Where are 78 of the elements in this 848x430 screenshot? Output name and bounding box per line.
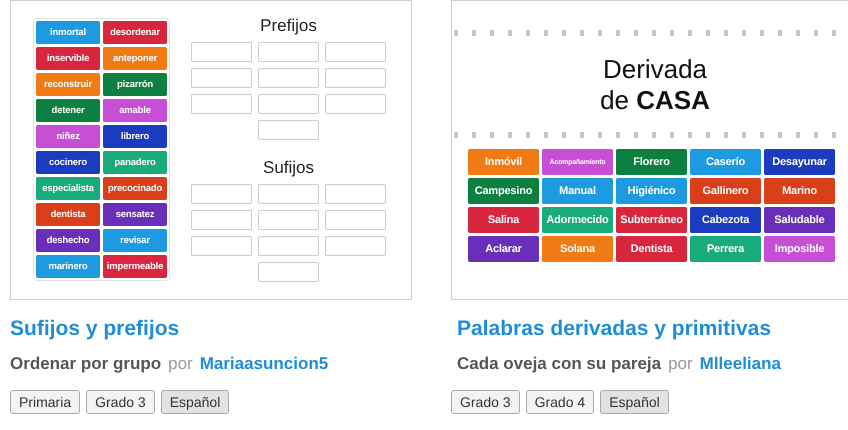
drop-slot[interactable]	[258, 210, 319, 230]
drop-slot[interactable]	[325, 236, 386, 256]
word-tile[interactable]: inservible	[36, 47, 100, 70]
word-tile[interactable]: panadero	[103, 151, 167, 174]
activity-title[interactable]: Sufijos y prefijos	[10, 317, 180, 341]
drop-slot[interactable]	[325, 94, 386, 114]
title-line: de CASA	[600, 85, 710, 116]
word-tile[interactable]: precocinado	[103, 177, 167, 200]
drop-slot[interactable]	[258, 68, 319, 88]
drop-slot[interactable]	[258, 184, 319, 204]
word-tile[interactable]: Desayunar	[764, 149, 835, 175]
word-tile[interactable]: impermeable	[103, 255, 167, 278]
activity-type: Cada oveja con su pareja	[457, 354, 662, 374]
activity-thumbnail[interactable]	[10, 0, 412, 300]
tag[interactable]: Español	[160, 390, 230, 414]
word-tile[interactable]: reconstruir	[36, 73, 100, 96]
drop-slot[interactable]	[191, 68, 252, 88]
drop-slot[interactable]	[325, 68, 386, 88]
word-tile[interactable]: desordenar	[103, 21, 167, 44]
word-tile[interactable]: sensatez	[103, 203, 167, 226]
drop-slot[interactable]	[191, 210, 252, 230]
tag[interactable]: Grado 4	[526, 390, 594, 414]
word-tile[interactable]: Saludable	[764, 207, 835, 233]
word-tile[interactable]: revisar	[103, 229, 167, 252]
word-tile[interactable]: amable	[103, 99, 167, 122]
word-tile[interactable]: dentista	[36, 203, 100, 226]
activity-title[interactable]: Palabras derivadas y primitivas	[457, 317, 772, 341]
drop-slot[interactable]	[258, 236, 319, 256]
author-link[interactable]: Mariaasuncion5	[200, 354, 328, 374]
word-tile[interactable]: inmortal	[36, 21, 100, 44]
tag[interactable]: Grado 3	[451, 390, 520, 414]
word-tile[interactable]: Marino	[764, 178, 835, 204]
drop-slot[interactable]	[191, 184, 252, 204]
tag[interactable]: Español	[600, 390, 669, 414]
drop-slot[interactable]	[325, 42, 386, 62]
word-tile[interactable]: Cabezota	[690, 207, 761, 233]
word-tile[interactable]: anteponer	[103, 47, 167, 70]
word-tile[interactable]: Florero	[616, 149, 687, 175]
word-tile[interactable]: Perrera	[690, 236, 761, 262]
word-tile[interactable]: Inmóvil	[468, 149, 539, 175]
word-tile[interactable]: Imposible	[764, 236, 835, 262]
by-label: por	[668, 354, 693, 374]
word-tile[interactable]: Gallinero	[690, 178, 761, 204]
drop-slot[interactable]	[258, 120, 319, 140]
word-tile[interactable]: Manual	[542, 178, 613, 204]
word-tile[interactable]: Salina	[468, 207, 539, 233]
tag[interactable]: Grado 3	[86, 390, 155, 414]
title-line: Derivada	[602, 54, 708, 85]
tag[interactable]: Primaria	[10, 390, 80, 414]
word-tile[interactable]: librero	[103, 125, 167, 148]
word-tile[interactable]: Dentista	[616, 236, 687, 262]
drop-slot[interactable]	[191, 236, 252, 256]
word-tile[interactable]: Higiénico	[616, 178, 687, 204]
drop-slot[interactable]	[325, 210, 386, 230]
author-link[interactable]: Mlleeliana	[700, 354, 781, 374]
word-tile[interactable]: detener	[36, 99, 100, 122]
word-tile[interactable]: Caserío	[690, 149, 761, 175]
word-tile[interactable]: pizarrón	[103, 73, 167, 96]
drop-slot[interactable]	[325, 184, 386, 204]
activity-type: Ordenar por grupo	[10, 354, 162, 374]
drop-slot[interactable]	[258, 262, 319, 282]
word-tile[interactable]: marinero	[36, 255, 100, 278]
drop-slot[interactable]	[191, 94, 252, 114]
group-heading: Sufijos	[262, 158, 314, 178]
word-tile[interactable]: Subterráneo	[616, 207, 687, 233]
by-label: por	[168, 354, 193, 374]
word-tile[interactable]: especialista	[36, 177, 100, 200]
drop-slot[interactable]	[258, 94, 319, 114]
word-tile[interactable]: Solana	[542, 236, 613, 262]
word-tile[interactable]: cocinero	[36, 151, 100, 174]
word-tile[interactable]: Adormecido	[542, 207, 613, 233]
word-tile[interactable]: deshecho	[36, 229, 100, 252]
word-tile[interactable]: niñez	[36, 125, 100, 148]
word-tile[interactable]: Campesino	[468, 178, 539, 204]
word-tile[interactable]: Aclarar	[468, 236, 539, 262]
drop-slot[interactable]	[258, 42, 319, 62]
group-heading: Prefijos	[260, 16, 317, 36]
drop-slot[interactable]	[191, 42, 252, 62]
